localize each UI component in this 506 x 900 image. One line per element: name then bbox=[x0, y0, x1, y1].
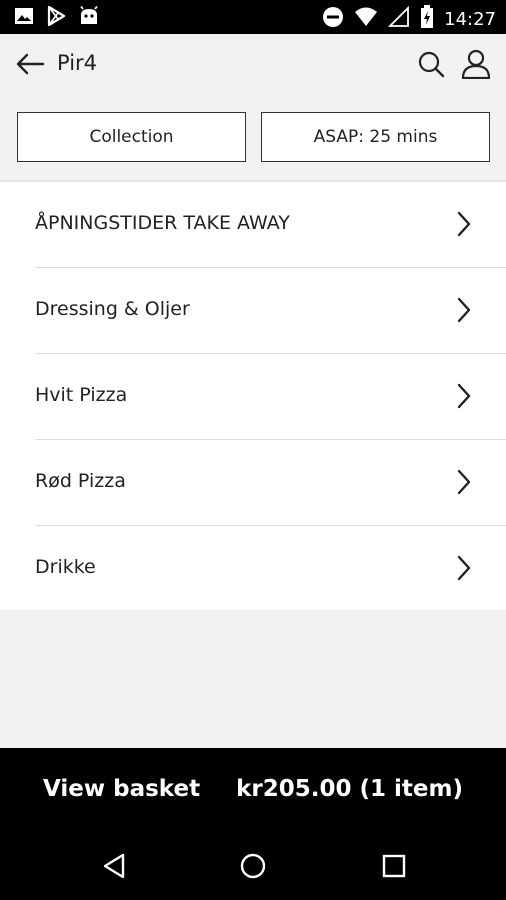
menu-category-label: Hvit Pizza bbox=[35, 384, 128, 406]
nav-home-button[interactable] bbox=[235, 848, 271, 884]
search-button[interactable] bbox=[414, 47, 448, 81]
chevron-right-icon bbox=[457, 469, 471, 495]
menu-category-label: Drikke bbox=[35, 556, 96, 578]
android-icon bbox=[78, 5, 100, 31]
chevron-right-icon bbox=[457, 555, 471, 581]
chevron-right-icon bbox=[457, 211, 471, 237]
app-header: Pir4 Collection ASAP: 25 mins bbox=[0, 34, 506, 180]
view-basket-label: View basket bbox=[43, 776, 201, 802]
menu-category-label: Dressing & Oljer bbox=[35, 298, 190, 320]
battery-charging-icon bbox=[420, 5, 434, 34]
back-button[interactable] bbox=[14, 48, 46, 80]
play-store-icon bbox=[46, 5, 66, 31]
status-time: 14:27 bbox=[444, 9, 496, 30]
collection-button[interactable]: Collection bbox=[17, 112, 246, 162]
basket-total: kr205.00 (1 item) bbox=[236, 776, 463, 802]
nav-back-button[interactable] bbox=[96, 848, 132, 884]
menu-category-list: ÅPNINGSTIDER TAKE AWAY Dressing & Oljer … bbox=[0, 180, 506, 610]
circle-home-icon bbox=[240, 853, 266, 879]
nav-recents-button[interactable] bbox=[376, 848, 412, 884]
search-icon bbox=[418, 51, 445, 78]
image-icon bbox=[14, 6, 34, 31]
menu-category-label: ÅPNINGSTIDER TAKE AWAY bbox=[35, 212, 290, 234]
view-basket-button[interactable]: View basket kr205.00 (1 item) bbox=[0, 748, 506, 832]
page-title: Pir4 bbox=[57, 51, 98, 75]
status-left-icons bbox=[14, 5, 100, 31]
pickup-time-button[interactable]: ASAP: 25 mins bbox=[261, 112, 490, 162]
status-right-icons: 14:27 bbox=[322, 5, 496, 34]
menu-category-item[interactable]: ÅPNINGSTIDER TAKE AWAY bbox=[0, 182, 506, 268]
status-bar: 14:27 bbox=[0, 0, 506, 34]
menu-category-item[interactable]: Rød Pizza bbox=[0, 440, 506, 526]
do-not-disturb-icon bbox=[322, 6, 344, 33]
menu-category-item[interactable]: Dressing & Oljer bbox=[0, 268, 506, 354]
signal-icon bbox=[387, 5, 410, 33]
system-nav-bar bbox=[0, 832, 506, 900]
menu-category-item[interactable]: Hvit Pizza bbox=[0, 354, 506, 440]
account-button[interactable] bbox=[458, 46, 494, 82]
wifi-icon bbox=[354, 6, 378, 33]
menu-category-label: Rød Pizza bbox=[35, 470, 126, 492]
arrow-left-icon bbox=[16, 53, 45, 75]
triangle-back-icon bbox=[103, 853, 125, 879]
menu-category-item[interactable]: Drikke bbox=[0, 526, 506, 612]
person-icon bbox=[461, 49, 491, 79]
square-recents-icon bbox=[382, 854, 406, 878]
chevron-right-icon bbox=[457, 383, 471, 409]
chevron-right-icon bbox=[457, 297, 471, 323]
